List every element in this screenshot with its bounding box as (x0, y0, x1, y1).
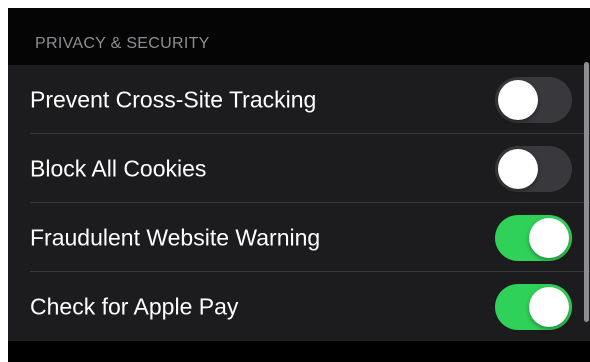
privacy-settings-group: Prevent Cross-Site Tracking Block All Co… (8, 65, 590, 341)
toggle-knob (498, 148, 538, 189)
prevent-cross-site-tracking-toggle[interactable] (495, 76, 572, 123)
row-block-all-cookies[interactable]: Block All Cookies (8, 134, 590, 203)
toggle-knob (529, 217, 569, 258)
row-prevent-cross-site-tracking[interactable]: Prevent Cross-Site Tracking (8, 65, 590, 134)
row-check-for-apple-pay[interactable]: Check for Apple Pay (8, 272, 590, 341)
scrollbar[interactable] (584, 62, 589, 322)
left-edge-strip (0, 0, 8, 362)
section-footer (8, 341, 590, 362)
top-edge-strip (8, 0, 590, 8)
fraudulent-website-warning-toggle[interactable] (495, 214, 572, 261)
row-label: Fraudulent Website Warning (30, 224, 321, 250)
check-for-apple-pay-toggle[interactable] (495, 283, 572, 330)
section-header: PRIVACY & SECURITY (8, 8, 590, 65)
row-label: Check for Apple Pay (30, 293, 239, 319)
row-label: Block All Cookies (30, 155, 207, 181)
toggle-knob (529, 286, 569, 327)
row-label: Prevent Cross-Site Tracking (30, 86, 317, 112)
settings-screen: PRIVACY & SECURITY Prevent Cross-Site Tr… (0, 0, 590, 362)
row-fraudulent-website-warning[interactable]: Fraudulent Website Warning (8, 203, 590, 272)
block-all-cookies-toggle[interactable] (495, 145, 572, 192)
section-header-label: PRIVACY & SECURITY (35, 35, 210, 52)
toggle-knob (498, 79, 538, 120)
